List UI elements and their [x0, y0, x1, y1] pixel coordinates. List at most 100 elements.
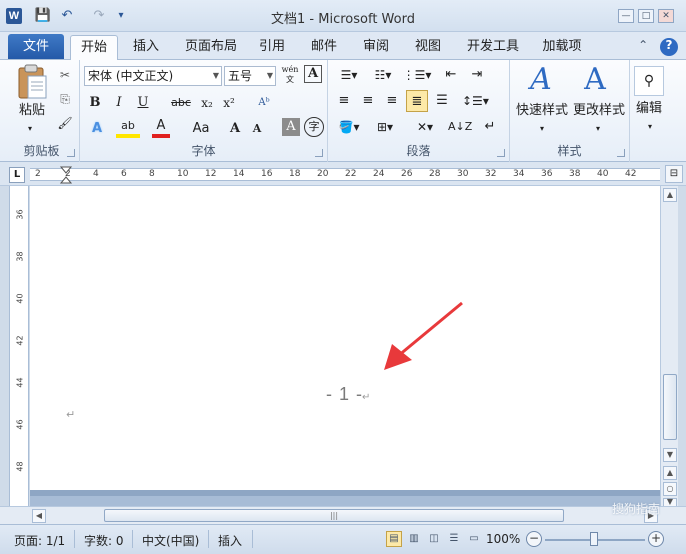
full-screen-reading-icon[interactable]: ▥	[406, 531, 422, 547]
print-layout-icon[interactable]: ▤	[386, 531, 402, 547]
zoom-in-icon[interactable]: +	[648, 531, 664, 547]
zoom-level[interactable]: 100%	[486, 532, 520, 546]
tab-add-ins[interactable]: 加载项	[536, 35, 588, 60]
font-name-combo[interactable]: 宋体 (中文正文) ▼	[84, 66, 222, 86]
font-size-combo[interactable]: 五号 ▼	[224, 66, 276, 86]
indent-marker-icon[interactable]	[60, 166, 72, 184]
next-page-icon[interactable]: ▼	[663, 498, 677, 506]
shading-icon[interactable]: 🪣▾	[334, 116, 364, 138]
italic-button[interactable]: I	[110, 92, 128, 114]
editing-dropdown-icon[interactable]: ▾	[640, 116, 660, 138]
tab-review[interactable]: 审阅	[356, 35, 396, 60]
subscript-button[interactable]: x₂	[196, 92, 218, 114]
outline-view-icon[interactable]: ☰	[446, 531, 462, 547]
vertical-ruler[interactable]: 36 38 40 42 44 46 48	[9, 186, 29, 506]
line-spacing-icon[interactable]: ↕☰▾	[462, 90, 489, 112]
close-button[interactable]: ✕	[658, 9, 674, 23]
underline-button[interactable]: U	[134, 92, 152, 114]
select-browse-object-icon[interactable]: ○	[663, 482, 677, 496]
numbering-icon[interactable]: ☷▾	[368, 64, 398, 86]
paste-dropdown-icon[interactable]: ▾	[20, 118, 40, 140]
change-styles-dropdown-icon[interactable]: ▾	[588, 118, 608, 140]
paragraph-launcher-icon[interactable]	[497, 149, 505, 157]
tab-references[interactable]: 引用	[252, 35, 292, 60]
status-language[interactable]: 中文(中国)	[142, 532, 199, 549]
tab-insert[interactable]: 插入	[124, 35, 168, 60]
minimize-button[interactable]: —	[618, 9, 634, 23]
web-layout-icon[interactable]: ◫	[426, 531, 442, 547]
status-page[interactable]: 页面: 1/1	[14, 532, 65, 549]
highlight-button[interactable]: ab	[116, 118, 140, 138]
quick-styles-icon[interactable]: A	[524, 62, 558, 98]
styles-launcher-icon[interactable]	[617, 149, 625, 157]
view-ruler-button[interactable]: ⊟	[665, 165, 683, 183]
horizontal-ruler[interactable]: L 2 2 4 6 8 10 12 14 16 18 20 22 24 26 28 30 32 34 36 38 40 4…	[0, 162, 686, 186]
clear-formatting-icon[interactable]: Aᵇ	[254, 92, 274, 114]
character-border-icon[interactable]: A	[304, 65, 322, 83]
status-insert-mode[interactable]: 插入	[218, 532, 242, 549]
save-icon[interactable]: 💾	[34, 8, 52, 24]
vertical-scroll-thumb[interactable]	[663, 374, 677, 440]
enclose-characters-button[interactable]: 字	[304, 117, 324, 137]
help-icon[interactable]: ?	[660, 38, 678, 56]
redo-icon[interactable]: ↷	[90, 8, 108, 24]
strikethrough-button[interactable]: abc	[168, 92, 194, 114]
font-color-button[interactable]: A	[152, 118, 170, 138]
scroll-up-icon[interactable]: ▲	[663, 188, 677, 202]
align-left-icon[interactable]: ≡	[334, 90, 354, 112]
tab-selector[interactable]: L	[9, 167, 25, 183]
zoom-slider-thumb[interactable]	[590, 532, 598, 546]
undo-icon[interactable]: ↶	[58, 8, 76, 24]
copy-icon[interactable]: ⎘	[56, 88, 74, 110]
character-shading-button[interactable]: A	[282, 118, 300, 136]
tab-view[interactable]: 视图	[408, 35, 448, 60]
zoom-out-icon[interactable]: −	[526, 531, 542, 547]
align-center-icon[interactable]: ≡	[358, 90, 378, 112]
phonetic-guide-icon[interactable]: wén 文	[280, 65, 300, 87]
multilevel-list-icon[interactable]: ⋮☰▾	[402, 64, 432, 86]
justify-icon[interactable]: ≣	[406, 90, 428, 112]
document-page[interactable]: - 1 - ↵ ↵	[30, 186, 660, 490]
horizontal-scrollbar[interactable]: ◀ ||| ▶	[0, 506, 686, 524]
grow-font-button[interactable]: A	[226, 118, 244, 140]
bold-button[interactable]: B	[86, 92, 104, 114]
vertical-scrollbar[interactable]: ▲ ▼ ▲ ○ ▼	[660, 186, 678, 506]
tab-developer[interactable]: 开发工具	[460, 35, 526, 60]
tab-home[interactable]: 开始	[70, 35, 118, 60]
minimize-ribbon-icon[interactable]: ⌃	[638, 38, 648, 52]
show-marks-icon[interactable]: ↵	[480, 116, 500, 138]
paste-icon[interactable]	[16, 64, 48, 102]
change-case-button[interactable]: Aa	[188, 118, 214, 140]
sort-icon[interactable]: A↓Z	[448, 116, 472, 138]
chinese-layout-icon[interactable]: ✕▾	[410, 116, 440, 138]
align-right-icon[interactable]: ≡	[382, 90, 402, 112]
maximize-button[interactable]: □	[638, 9, 654, 23]
binoculars-icon[interactable]: ⚲	[634, 66, 664, 96]
change-styles-icon[interactable]: A	[578, 62, 612, 98]
bullets-icon[interactable]: ☰▾	[334, 64, 364, 86]
decrease-indent-icon[interactable]: ⇤	[440, 64, 462, 86]
superscript-button[interactable]: x²	[218, 92, 240, 114]
scroll-left-icon[interactable]: ◀	[32, 509, 46, 523]
scroll-down-icon[interactable]: ▼	[663, 448, 677, 462]
word-app-icon[interactable]: W	[6, 8, 22, 24]
tab-mailings[interactable]: 邮件	[304, 35, 344, 60]
status-word-count[interactable]: 字数: 0	[84, 532, 124, 549]
horizontal-scroll-thumb[interactable]: |||	[104, 509, 564, 522]
quick-styles-dropdown-icon[interactable]: ▾	[532, 118, 552, 140]
draft-view-icon[interactable]: ▭	[466, 531, 482, 547]
format-painter-icon[interactable]: 🖌	[56, 112, 74, 134]
increase-indent-icon[interactable]: ⇥	[466, 64, 488, 86]
previous-page-icon[interactable]: ▲	[663, 466, 677, 480]
cut-icon[interactable]: ✂	[56, 64, 74, 86]
distributed-icon[interactable]: ☰	[432, 90, 452, 112]
tab-file[interactable]: 文件	[8, 34, 64, 59]
font-launcher-icon[interactable]	[315, 149, 323, 157]
clipboard-launcher-icon[interactable]	[67, 149, 75, 157]
text-effects-button[interactable]: A	[86, 118, 108, 140]
borders-icon[interactable]: ⊞▾	[370, 116, 400, 138]
document-workspace[interactable]: - 1 - ↵ ↵	[30, 186, 660, 506]
shrink-font-button[interactable]: A	[248, 118, 266, 140]
tab-page-layout[interactable]: 页面布局	[178, 35, 244, 60]
customize-qat-icon[interactable]: ▾	[112, 8, 130, 24]
